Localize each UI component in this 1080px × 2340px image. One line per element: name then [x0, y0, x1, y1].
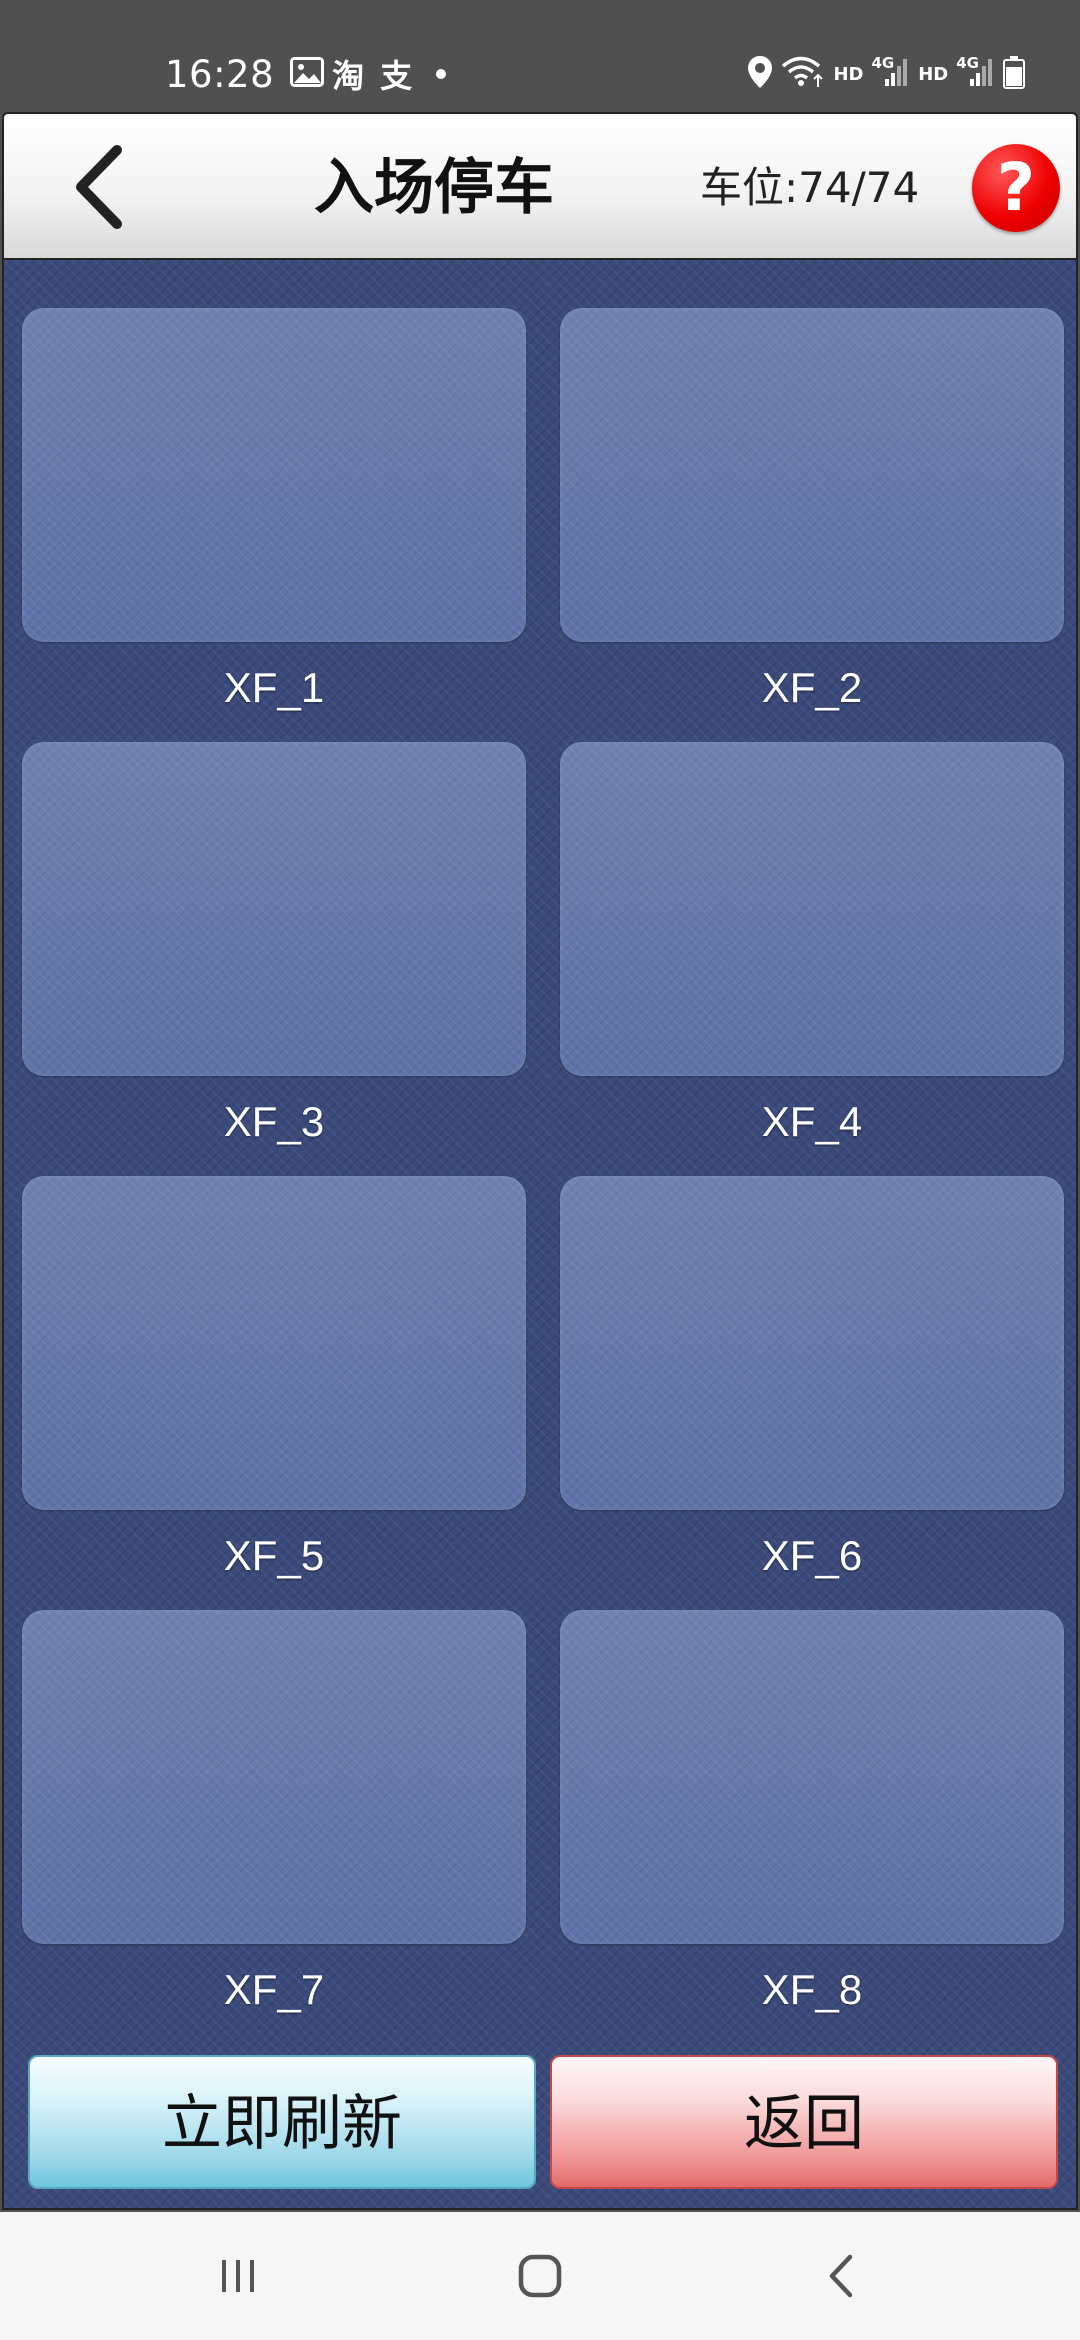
image-icon	[290, 57, 325, 91]
parking-slot-grid: XF_1 XF_2 XF_3 XF_4 XF_5 XF_6 XF_7 XF_8 …	[2, 260, 1078, 2210]
alipay-icon: 支	[380, 57, 413, 95]
system-back-button[interactable]	[782, 2232, 902, 2320]
hd-label-1: HD	[833, 63, 864, 85]
network-label-1: 4G	[871, 54, 895, 72]
parking-slot[interactable]: XF_7	[22, 1610, 526, 2014]
recent-apps-icon	[222, 2260, 254, 2292]
system-navigation-bar	[0, 2212, 1080, 2340]
status-bar: 16:28 淘 支 HD 4G HD 4G	[0, 0, 1080, 112]
parking-slot-box[interactable]	[22, 1610, 526, 1944]
battery-icon	[1003, 55, 1025, 93]
recent-apps-button[interactable]	[178, 2232, 298, 2320]
parking-slot-label: XF_1	[223, 664, 325, 711]
return-button[interactable]: 返回	[550, 2055, 1058, 2189]
parking-slot-box[interactable]	[560, 308, 1064, 642]
hd-label-2: HD	[918, 63, 949, 85]
network-label-2: 4G	[956, 54, 979, 72]
parking-slot-label: XF_5	[223, 1532, 325, 1579]
home-icon	[518, 2254, 562, 2298]
parking-slot[interactable]: XF_2	[560, 308, 1064, 712]
parking-slot-label: XF_2	[761, 664, 863, 711]
parking-slot-box[interactable]	[22, 742, 526, 1076]
parking-slot[interactable]: XF_3	[22, 742, 526, 1146]
parking-slot-box[interactable]	[22, 308, 526, 642]
location-icon	[747, 55, 773, 93]
parking-slot[interactable]: XF_6	[560, 1176, 1064, 1580]
home-button[interactable]	[480, 2232, 600, 2320]
help-button[interactable]: ?	[972, 144, 1060, 232]
parking-slot[interactable]: XF_8	[560, 1610, 1064, 2014]
parking-slot-box[interactable]	[560, 742, 1064, 1076]
app-header: 入场停车 车位:74/74 ?	[2, 112, 1078, 260]
parking-slot-box[interactable]	[22, 1176, 526, 1510]
parking-slot[interactable]: XF_5	[22, 1176, 526, 1580]
wifi-icon	[781, 55, 825, 93]
parking-slot-label: XF_6	[761, 1532, 863, 1579]
parking-slot-label: XF_4	[761, 1098, 863, 1145]
status-right: HD 4G HD 4G	[747, 50, 1025, 98]
refresh-now-button[interactable]: 立即刷新	[28, 2055, 536, 2189]
parking-slot[interactable]: XF_1	[22, 308, 526, 712]
parking-slot-label: XF_3	[223, 1098, 325, 1145]
parking-slot[interactable]: XF_4	[560, 742, 1064, 1146]
taobao-icon: 淘	[332, 57, 365, 95]
more-notifications-dot	[436, 69, 447, 79]
slot-count: 车位:74/74	[700, 163, 920, 212]
parking-slot-label: XF_8	[761, 1966, 863, 2013]
parking-slot-box[interactable]	[560, 1610, 1064, 1944]
parking-slot-box[interactable]	[560, 1176, 1064, 1510]
chevron-left-icon	[829, 2254, 853, 2298]
parking-slot-label: XF_7	[223, 1966, 325, 2013]
status-left: 16:28 淘 支	[165, 44, 447, 104]
status-time: 16:28	[165, 52, 275, 96]
